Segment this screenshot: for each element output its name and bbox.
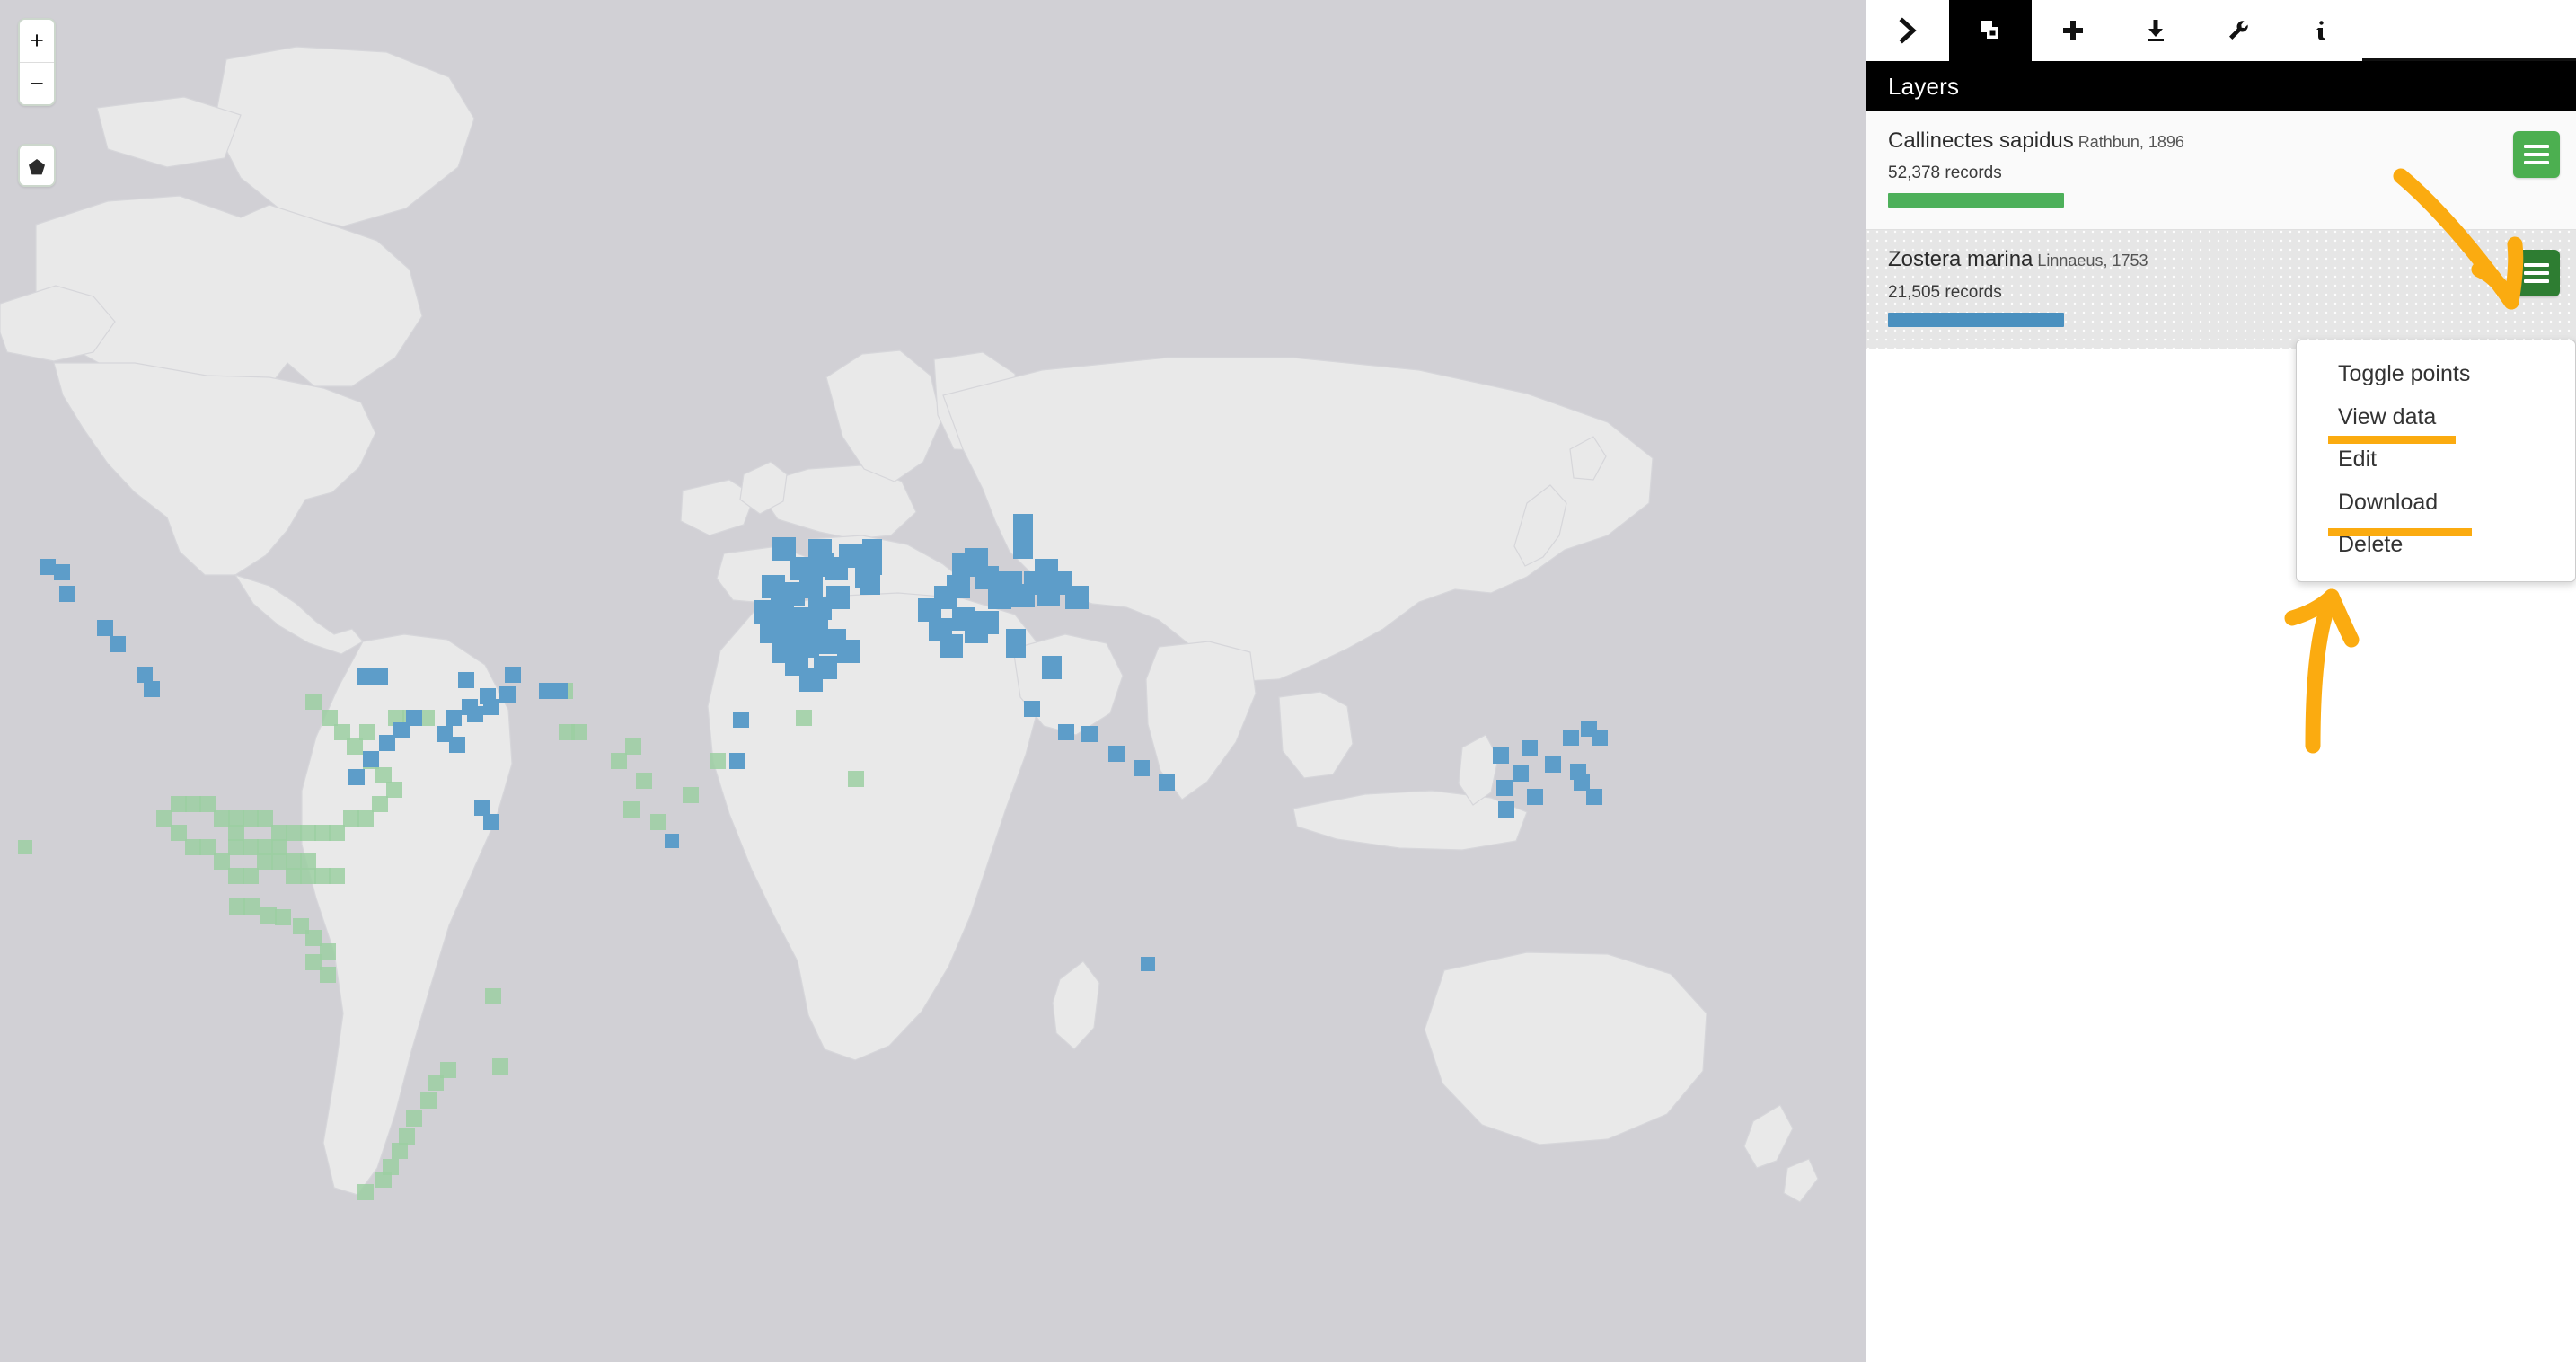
layer-row-zostera-marina[interactable]: Zostera marina Linnaeus, 1753 21,505 reco…: [1866, 230, 2576, 349]
page-title: Layers: [1888, 72, 1960, 100]
draw-polygon-button[interactable]: [20, 146, 54, 185]
layer-scientific-name: Callinectes sapidus: [1888, 128, 2074, 153]
plus-icon: [2063, 21, 2083, 40]
menu-item-view-data[interactable]: View data: [2297, 396, 2575, 439]
application-root: + − Layers Callinectes sapidus Rathbun, …: [0, 0, 2576, 1362]
zoom-in-button[interactable]: +: [20, 20, 54, 62]
layer-list: Callinectes sapidus Rathbun, 1896 52,378 …: [1866, 111, 2576, 349]
layer-scientific-name: Zostera marina: [1888, 247, 2033, 272]
draw-polygon-control[interactable]: [18, 144, 56, 187]
tab-tools[interactable]: [2197, 0, 2280, 61]
map-viewport[interactable]: + −: [0, 0, 1866, 1362]
layer-color-swatch: [1888, 312, 2064, 327]
chevron-right-icon: [1899, 17, 1917, 44]
layer-context-menu: Toggle points View data Edit Download De…: [2296, 340, 2576, 582]
layer-menu-button[interactable]: [2513, 131, 2560, 178]
tab-add-layer[interactable]: [2032, 0, 2114, 61]
wrench-icon: [2229, 21, 2248, 40]
minus-icon: −: [30, 69, 44, 97]
download-icon: [2148, 20, 2164, 41]
tab-layers[interactable]: [1949, 0, 2032, 61]
pentagon-polygon-icon: [29, 158, 45, 174]
zoom-controls[interactable]: + −: [18, 18, 56, 106]
panel-header: Layers: [1866, 61, 2576, 111]
layer-row-callinectes-sapidus[interactable]: Callinectes sapidus Rathbun, 1896 52,378 …: [1866, 111, 2576, 231]
hamburger-icon: [2524, 259, 2549, 287]
info-icon: [2316, 21, 2325, 40]
layer-color-swatch: [1888, 193, 2064, 208]
world-map-graphic: [0, 0, 1866, 1362]
menu-item-delete[interactable]: Delete: [2297, 524, 2575, 567]
layer-record-count: 21,505 records: [1888, 282, 2002, 302]
hamburger-icon: [2524, 140, 2549, 169]
layer-authority: Rathbun, 1896: [2078, 133, 2184, 151]
menu-item-toggle-points[interactable]: Toggle points: [2297, 353, 2575, 396]
tab-info[interactable]: [2280, 0, 2362, 61]
plus-icon: +: [30, 27, 44, 54]
layer-menu-button-active[interactable]: [2513, 250, 2560, 297]
layer-name: Zostera marina Linnaeus, 1753: [1888, 248, 2554, 271]
collapse-panel-button[interactable]: [1866, 0, 1949, 61]
zoom-out-button[interactable]: −: [20, 62, 54, 104]
layer-authority: Linnaeus, 1753: [2037, 252, 2148, 270]
layers-icon: [1981, 21, 1998, 39]
menu-item-edit[interactable]: Edit: [2297, 438, 2575, 482]
panel-toolbar: [1866, 0, 2576, 61]
side-panel: Layers Callinectes sapidus Rathbun, 1896 …: [1866, 0, 2576, 1362]
layer-name: Callinectes sapidus Rathbun, 1896: [1888, 128, 2554, 153]
menu-item-download[interactable]: Download: [2297, 482, 2575, 525]
tab-download[interactable]: [2114, 0, 2197, 61]
layer-record-count: 52,378 records: [1888, 164, 2002, 183]
